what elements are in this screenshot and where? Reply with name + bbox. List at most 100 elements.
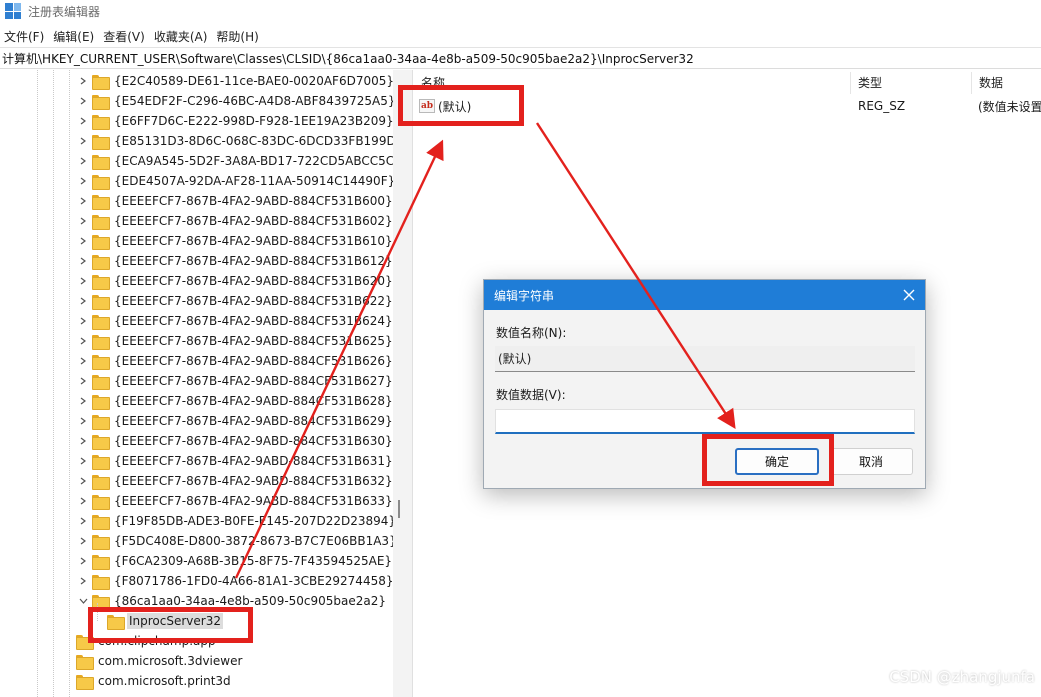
- tree-item-label: {EEEEFCF7-867B-4FA2-9ABD-884CF531B629}: [114, 414, 393, 428]
- regedit-app-icon: [5, 3, 21, 19]
- column-header-data[interactable]: 数据: [972, 70, 1041, 94]
- tree-item-label: {ECA9A545-5D2F-3A8A-BD17-722CD5ABCC5C}: [114, 154, 393, 168]
- address-bar[interactable]: 计算机\HKEY_CURRENT_USER\Software\Classes\C…: [0, 47, 1041, 69]
- tree-item-clsid[interactable]: {EDE4507A-92DA-AF28-11AA-50914C14490F}: [78, 171, 393, 191]
- tree-item-clsid[interactable]: {F6CA2309-A68B-3B15-8F75-7F43594525AE}: [78, 551, 393, 571]
- tree-item-clsid[interactable]: {EEEEFCF7-867B-4FA2-9ABD-884CF531B610}: [78, 231, 393, 251]
- chevron-right-icon[interactable]: [78, 96, 88, 106]
- tree-item-clsid[interactable]: {E6FF7D6C-E222-998D-F928-1EE19A23B209}: [78, 111, 393, 131]
- tree-item-clsid[interactable]: {EEEEFCF7-867B-4FA2-9ABD-884CF531B620}: [78, 271, 393, 291]
- tree-item-clsid[interactable]: {E85131D3-8D6C-068C-83DC-6DCD33FB199D}: [78, 131, 393, 151]
- chevron-right-icon[interactable]: [78, 256, 88, 266]
- tree-item-clsid[interactable]: {EEEEFCF7-867B-4FA2-9ABD-884CF531B602}: [78, 211, 393, 231]
- folder-icon: [92, 254, 110, 270]
- chevron-right-icon[interactable]: [78, 556, 88, 566]
- tree-item-key[interactable]: com.microsoft.3dviewer: [76, 651, 244, 671]
- chevron-right-icon[interactable]: [78, 296, 88, 306]
- tree-indent-guide: [37, 70, 38, 697]
- tree-item-clsid[interactable]: {F19F85DB-ADE3-B0FE-E145-207D22D23894}: [78, 511, 393, 531]
- chevron-right-icon[interactable]: [78, 396, 88, 406]
- chevron-right-icon[interactable]: [78, 436, 88, 446]
- chevron-right-icon[interactable]: [78, 416, 88, 426]
- tree-item-clsid[interactable]: {EEEEFCF7-867B-4FA2-9ABD-884CF531B625}: [78, 331, 393, 351]
- tree-item-clsid[interactable]: {EEEEFCF7-867B-4FA2-9ABD-884CF531B624}: [78, 311, 393, 331]
- folder-icon: [92, 174, 110, 190]
- tree-item-clsid[interactable]: {F5DC408E-D800-3872-8673-B7C7E06BB1A3}: [78, 531, 393, 551]
- menu-help[interactable]: 帮助(H): [212, 28, 263, 45]
- pane-splitter[interactable]: [393, 70, 413, 697]
- tree-item-clsid[interactable]: {EEEEFCF7-867B-4FA2-9ABD-884CF531B622}: [78, 291, 393, 311]
- dialog-title: 编辑字符串: [494, 288, 555, 303]
- chevron-right-icon[interactable]: [78, 236, 88, 246]
- tree-item-label: {F8071786-1FD0-4A66-81A1-3CBE29274458}: [114, 574, 393, 588]
- chevron-right-icon[interactable]: [78, 136, 88, 146]
- folder-icon: [92, 94, 110, 110]
- tree-item-clsid[interactable]: {E2C40589-DE61-11ce-BAE0-0020AF6D7005}: [78, 71, 393, 91]
- chevron-right-icon[interactable]: [78, 196, 88, 206]
- tree-indent-guide: [69, 70, 70, 697]
- menu-favorites[interactable]: 收藏夹(A): [150, 28, 213, 45]
- tree-item-label: {EEEEFCF7-867B-4FA2-9ABD-884CF531B610}: [114, 234, 393, 248]
- tree-item-clsid[interactable]: {EEEEFCF7-867B-4FA2-9ABD-884CF531B630}: [78, 431, 393, 451]
- tree-item-clsid[interactable]: {EEEEFCF7-867B-4FA2-9ABD-884CF531B627}: [78, 371, 393, 391]
- tree-item-label: {E2C40589-DE61-11ce-BAE0-0020AF6D7005}: [114, 74, 393, 88]
- menu-file[interactable]: 文件(F): [0, 28, 49, 45]
- tree-item-label: {EEEEFCF7-867B-4FA2-9ABD-884CF531B602}: [114, 214, 393, 228]
- folder-icon: [92, 574, 110, 590]
- folder-icon: [92, 514, 110, 530]
- folder-icon: [92, 294, 110, 310]
- tree-item-clsid[interactable]: {EEEEFCF7-867B-4FA2-9ABD-884CF531B628}: [78, 391, 393, 411]
- tree-item-label: {EEEEFCF7-867B-4FA2-9ABD-884CF531B600}: [114, 194, 393, 208]
- tree-item-label: {EEEEFCF7-867B-4FA2-9ABD-884CF531B633}: [114, 494, 393, 508]
- folder-icon: [92, 74, 110, 90]
- tree-item-clsid[interactable]: {EEEEFCF7-867B-4FA2-9ABD-884CF531B600}: [78, 191, 393, 211]
- tree-item-clsid[interactable]: {EEEEFCF7-867B-4FA2-9ABD-884CF531B629}: [78, 411, 393, 431]
- value-data-input[interactable]: [495, 409, 915, 434]
- tree-item-clsid[interactable]: {ECA9A545-5D2F-3A8A-BD17-722CD5ABCC5C}: [78, 151, 393, 171]
- chevron-right-icon[interactable]: [78, 476, 88, 486]
- folder-icon: [92, 214, 110, 230]
- tree-item-label: {EEEEFCF7-867B-4FA2-9ABD-884CF531B627}: [114, 374, 393, 388]
- value-name-label: 数值名称(N):: [496, 326, 567, 340]
- cancel-button[interactable]: 取消: [829, 448, 913, 475]
- tree-item-label: {F6CA2309-A68B-3B15-8F75-7F43594525AE}: [114, 554, 393, 568]
- tree-item-clsid[interactable]: {EEEEFCF7-867B-4FA2-9ABD-884CF531B632}: [78, 471, 393, 491]
- chevron-right-icon[interactable]: [78, 116, 88, 126]
- chevron-right-icon[interactable]: [78, 216, 88, 226]
- tree-item-key[interactable]: com.microsoft.print3d: [76, 671, 233, 691]
- tree-item-label: {F19F85DB-ADE3-B0FE-E145-207D22D23894}: [114, 514, 393, 528]
- registry-tree[interactable]: {E2C40589-DE61-11ce-BAE0-0020AF6D7005} {E…: [0, 70, 393, 697]
- chevron-down-icon[interactable]: [78, 596, 88, 606]
- splitter-grip[interactable]: [398, 500, 400, 518]
- tree-item-clsid[interactable]: {EEEEFCF7-867B-4FA2-9ABD-884CF531B633}: [78, 491, 393, 511]
- close-icon[interactable]: [901, 287, 917, 303]
- chevron-right-icon[interactable]: [78, 356, 88, 366]
- value-data-label: 数值数据(V):: [496, 388, 566, 402]
- tree-item-label: {F5DC408E-D800-3872-8673-B7C7E06BB1A3}: [114, 534, 393, 548]
- menu-view[interactable]: 查看(V): [99, 28, 150, 45]
- folder-icon: [92, 194, 110, 210]
- chevron-right-icon[interactable]: [78, 496, 88, 506]
- chevron-right-icon[interactable]: [78, 156, 88, 166]
- value-name-field: (默认): [495, 346, 915, 372]
- tree-item-clsid[interactable]: {EEEEFCF7-867B-4FA2-9ABD-884CF531B626}: [78, 351, 393, 371]
- chevron-right-icon[interactable]: [78, 576, 88, 586]
- chevron-right-icon[interactable]: [78, 516, 88, 526]
- chevron-right-icon[interactable]: [78, 456, 88, 466]
- menu-edit[interactable]: 编辑(E): [49, 28, 99, 45]
- tree-item-clsid[interactable]: {EEEEFCF7-867B-4FA2-9ABD-884CF531B631}: [78, 451, 393, 471]
- chevron-right-icon[interactable]: [78, 276, 88, 286]
- tree-item-clsid[interactable]: {F8071786-1FD0-4A66-81A1-3CBE29274458}: [78, 571, 393, 591]
- folder-icon: [76, 654, 94, 670]
- column-header-type[interactable]: 类型: [851, 70, 971, 94]
- tree-item-clsid[interactable]: {EEEEFCF7-867B-4FA2-9ABD-884CF531B612}: [78, 251, 393, 271]
- chevron-right-icon[interactable]: [78, 376, 88, 386]
- tree-item-label: {EEEEFCF7-867B-4FA2-9ABD-884CF531B624}: [114, 314, 393, 328]
- chevron-right-icon[interactable]: [78, 536, 88, 546]
- chevron-right-icon[interactable]: [78, 76, 88, 86]
- chevron-right-icon[interactable]: [78, 336, 88, 346]
- chevron-right-icon[interactable]: [78, 176, 88, 186]
- chevron-right-icon[interactable]: [78, 316, 88, 326]
- tree-item-clsid[interactable]: {E54EDF2F-C296-46BC-A4D8-ABF8439725A5}: [78, 91, 393, 111]
- folder-icon: [92, 534, 110, 550]
